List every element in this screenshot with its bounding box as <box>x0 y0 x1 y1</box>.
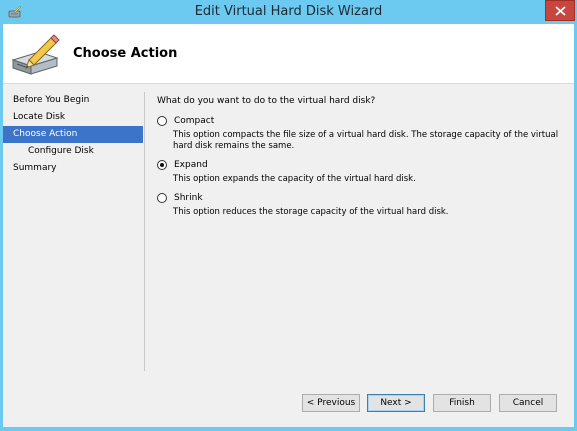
close-icon <box>555 6 566 16</box>
nav-divider <box>144 92 145 371</box>
action-options-panel: What do you want to do to the virtual ha… <box>157 96 567 225</box>
previous-button[interactable]: < Previous <box>302 394 360 412</box>
compact-description: This option compacts the file size of a … <box>173 130 559 151</box>
shrink-label[interactable]: Shrink <box>174 193 203 203</box>
option-shrink: Shrink This option reduces the storage c… <box>157 192 567 218</box>
wizard-client-area: Choose Action Before You Begin Locate Di… <box>3 24 574 427</box>
shrink-radio[interactable] <box>157 193 167 203</box>
nav-item-locate-disk[interactable]: Locate Disk <box>3 109 143 126</box>
option-compact: Compact This option compacts the file si… <box>157 115 567 152</box>
nav-item-configure-disk[interactable]: Configure Disk <box>3 143 143 160</box>
close-button[interactable] <box>545 0 575 21</box>
wizard-buttons: < Previous Next > Finish Cancel <box>3 394 574 412</box>
nav-item-summary[interactable]: Summary <box>3 160 143 177</box>
wizard-window: Edit Virtual Hard Disk Wizard Choose Act… <box>0 0 577 431</box>
window-title: Edit Virtual Hard Disk Wizard <box>194 4 383 19</box>
nav-item-choose-action[interactable]: Choose Action <box>3 126 143 143</box>
nav-item-before-you-begin[interactable]: Before You Begin <box>3 92 143 109</box>
compact-label[interactable]: Compact <box>174 116 214 126</box>
wizard-steps-nav: Before You Begin Locate Disk Choose Acti… <box>3 92 143 177</box>
finish-button[interactable]: Finish <box>433 394 491 412</box>
next-button[interactable]: Next > <box>367 394 425 412</box>
cancel-button[interactable]: Cancel <box>499 394 557 412</box>
wizard-header: Choose Action <box>3 24 574 84</box>
page-title: Choose Action <box>73 46 178 61</box>
shrink-description: This option reduces the storage capacity… <box>173 207 449 217</box>
compact-radio[interactable] <box>157 116 167 126</box>
expand-radio[interactable] <box>157 160 167 170</box>
expand-description: This option expands the capacity of the … <box>173 174 416 184</box>
title-bar[interactable]: Edit Virtual Hard Disk Wizard <box>0 0 577 24</box>
action-question: What do you want to do to the virtual ha… <box>157 96 376 106</box>
hard-disk-pencil-icon <box>11 34 60 75</box>
option-expand: Expand This option expands the capacity … <box>157 159 567 185</box>
expand-label[interactable]: Expand <box>174 160 208 170</box>
